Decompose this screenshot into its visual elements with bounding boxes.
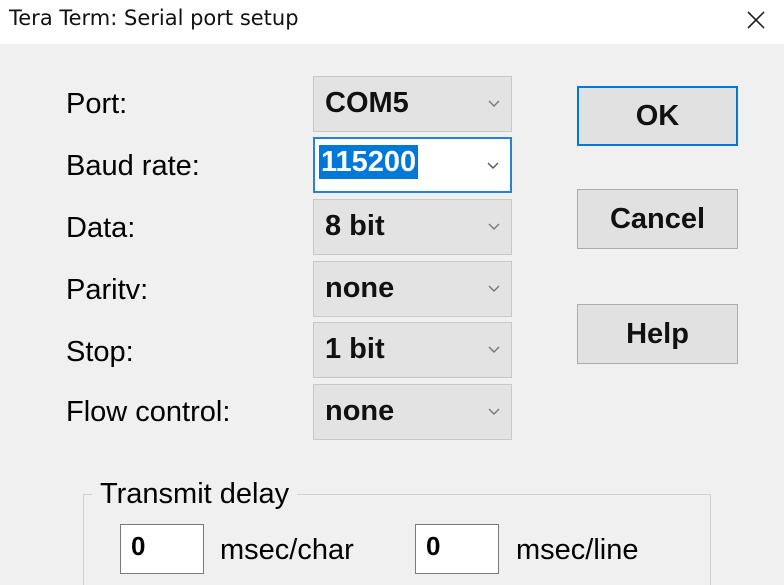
chevron-down-icon — [488, 346, 500, 353]
chevron-down-icon — [487, 162, 499, 169]
stop-bits-value: 1 bit — [325, 333, 385, 365]
window-title: Tera Term: Serial port setup — [9, 6, 299, 30]
close-icon — [747, 11, 765, 29]
data-label: Data: — [66, 212, 136, 244]
char-delay-unit: msec/char — [220, 534, 354, 566]
cancel-button[interactable]: Cancel — [577, 189, 738, 249]
baud-rate-select[interactable]: 115200 — [313, 137, 512, 193]
line-delay-unit: msec/line — [516, 534, 639, 566]
transmit-delay-title: Transmit delay — [92, 478, 298, 511]
port-select[interactable]: COM5 — [313, 76, 512, 132]
char-delay-input[interactable]: 0 — [120, 524, 204, 574]
flow-control-label: Flow control: — [66, 396, 231, 428]
chevron-down-icon — [488, 100, 500, 107]
title-bar: Tera Term: Serial port setup — [0, 0, 784, 44]
data-bits-value: 8 bit — [325, 210, 385, 242]
close-button[interactable] — [742, 6, 770, 34]
serial-port-setup-dialog: Tera Term: Serial port setup Port: Baud … — [0, 0, 784, 585]
chevron-down-icon — [488, 285, 500, 292]
data-bits-select[interactable]: 8 bit — [313, 199, 512, 255]
flow-control-select[interactable]: none — [313, 384, 512, 440]
help-button[interactable]: Help — [577, 304, 738, 364]
baud-rate-value: 115200 — [319, 145, 419, 179]
port-label: Port: — [66, 88, 128, 120]
baud-rate-label: Baud rate: — [66, 150, 200, 182]
flow-control-value: none — [325, 395, 395, 427]
ok-button[interactable]: OK — [577, 86, 738, 146]
chevron-down-icon — [488, 408, 500, 415]
chevron-down-icon — [488, 223, 500, 230]
port-value: COM5 — [325, 87, 409, 119]
parity-value: none — [325, 272, 395, 304]
stop-bits-select[interactable]: 1 bit — [313, 322, 512, 378]
parity-select[interactable]: none — [313, 261, 512, 317]
stop-label: Stop: — [66, 336, 134, 368]
line-delay-input[interactable]: 0 — [415, 524, 499, 574]
parity-label: Paritv: — [66, 274, 149, 306]
